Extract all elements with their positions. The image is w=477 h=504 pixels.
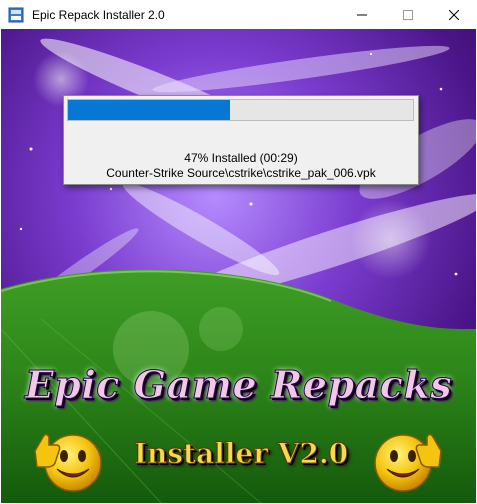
close-button[interactable] [431, 0, 477, 29]
maximize-button[interactable] [385, 0, 431, 29]
thumbs-up-smiley-icon [34, 433, 102, 492]
maximize-icon [403, 9, 413, 20]
minimize-icon [357, 14, 367, 15]
current-file-path: Counter-Strike Source\cstrike\cstrike_pa… [106, 166, 376, 180]
brand-title: Epic Game Repacks [24, 362, 453, 408]
close-icon [449, 9, 459, 20]
window-title: Epic Repack Installer 2.0 [32, 8, 165, 22]
installer-window: Epic Repack Installer 2.0 47% Installed … [0, 0, 477, 504]
progress-bar-fill [68, 100, 231, 120]
thumbs-up-smiley-icon [374, 433, 442, 492]
installer-content: 47% Installed (00:29) Counter-Strike Sou… [1, 29, 476, 503]
progress-status-text: 47% Installed (00:29) [184, 151, 298, 165]
app-icon [8, 7, 24, 23]
brand-subtitle: Installer V2.0 [133, 437, 349, 471]
title-bar[interactable]: Epic Repack Installer 2.0 [0, 0, 477, 29]
progress-panel: 47% Installed (00:29) Counter-Strike Sou… [63, 95, 419, 185]
progress-bar [67, 99, 414, 121]
minimize-button[interactable] [339, 0, 385, 29]
